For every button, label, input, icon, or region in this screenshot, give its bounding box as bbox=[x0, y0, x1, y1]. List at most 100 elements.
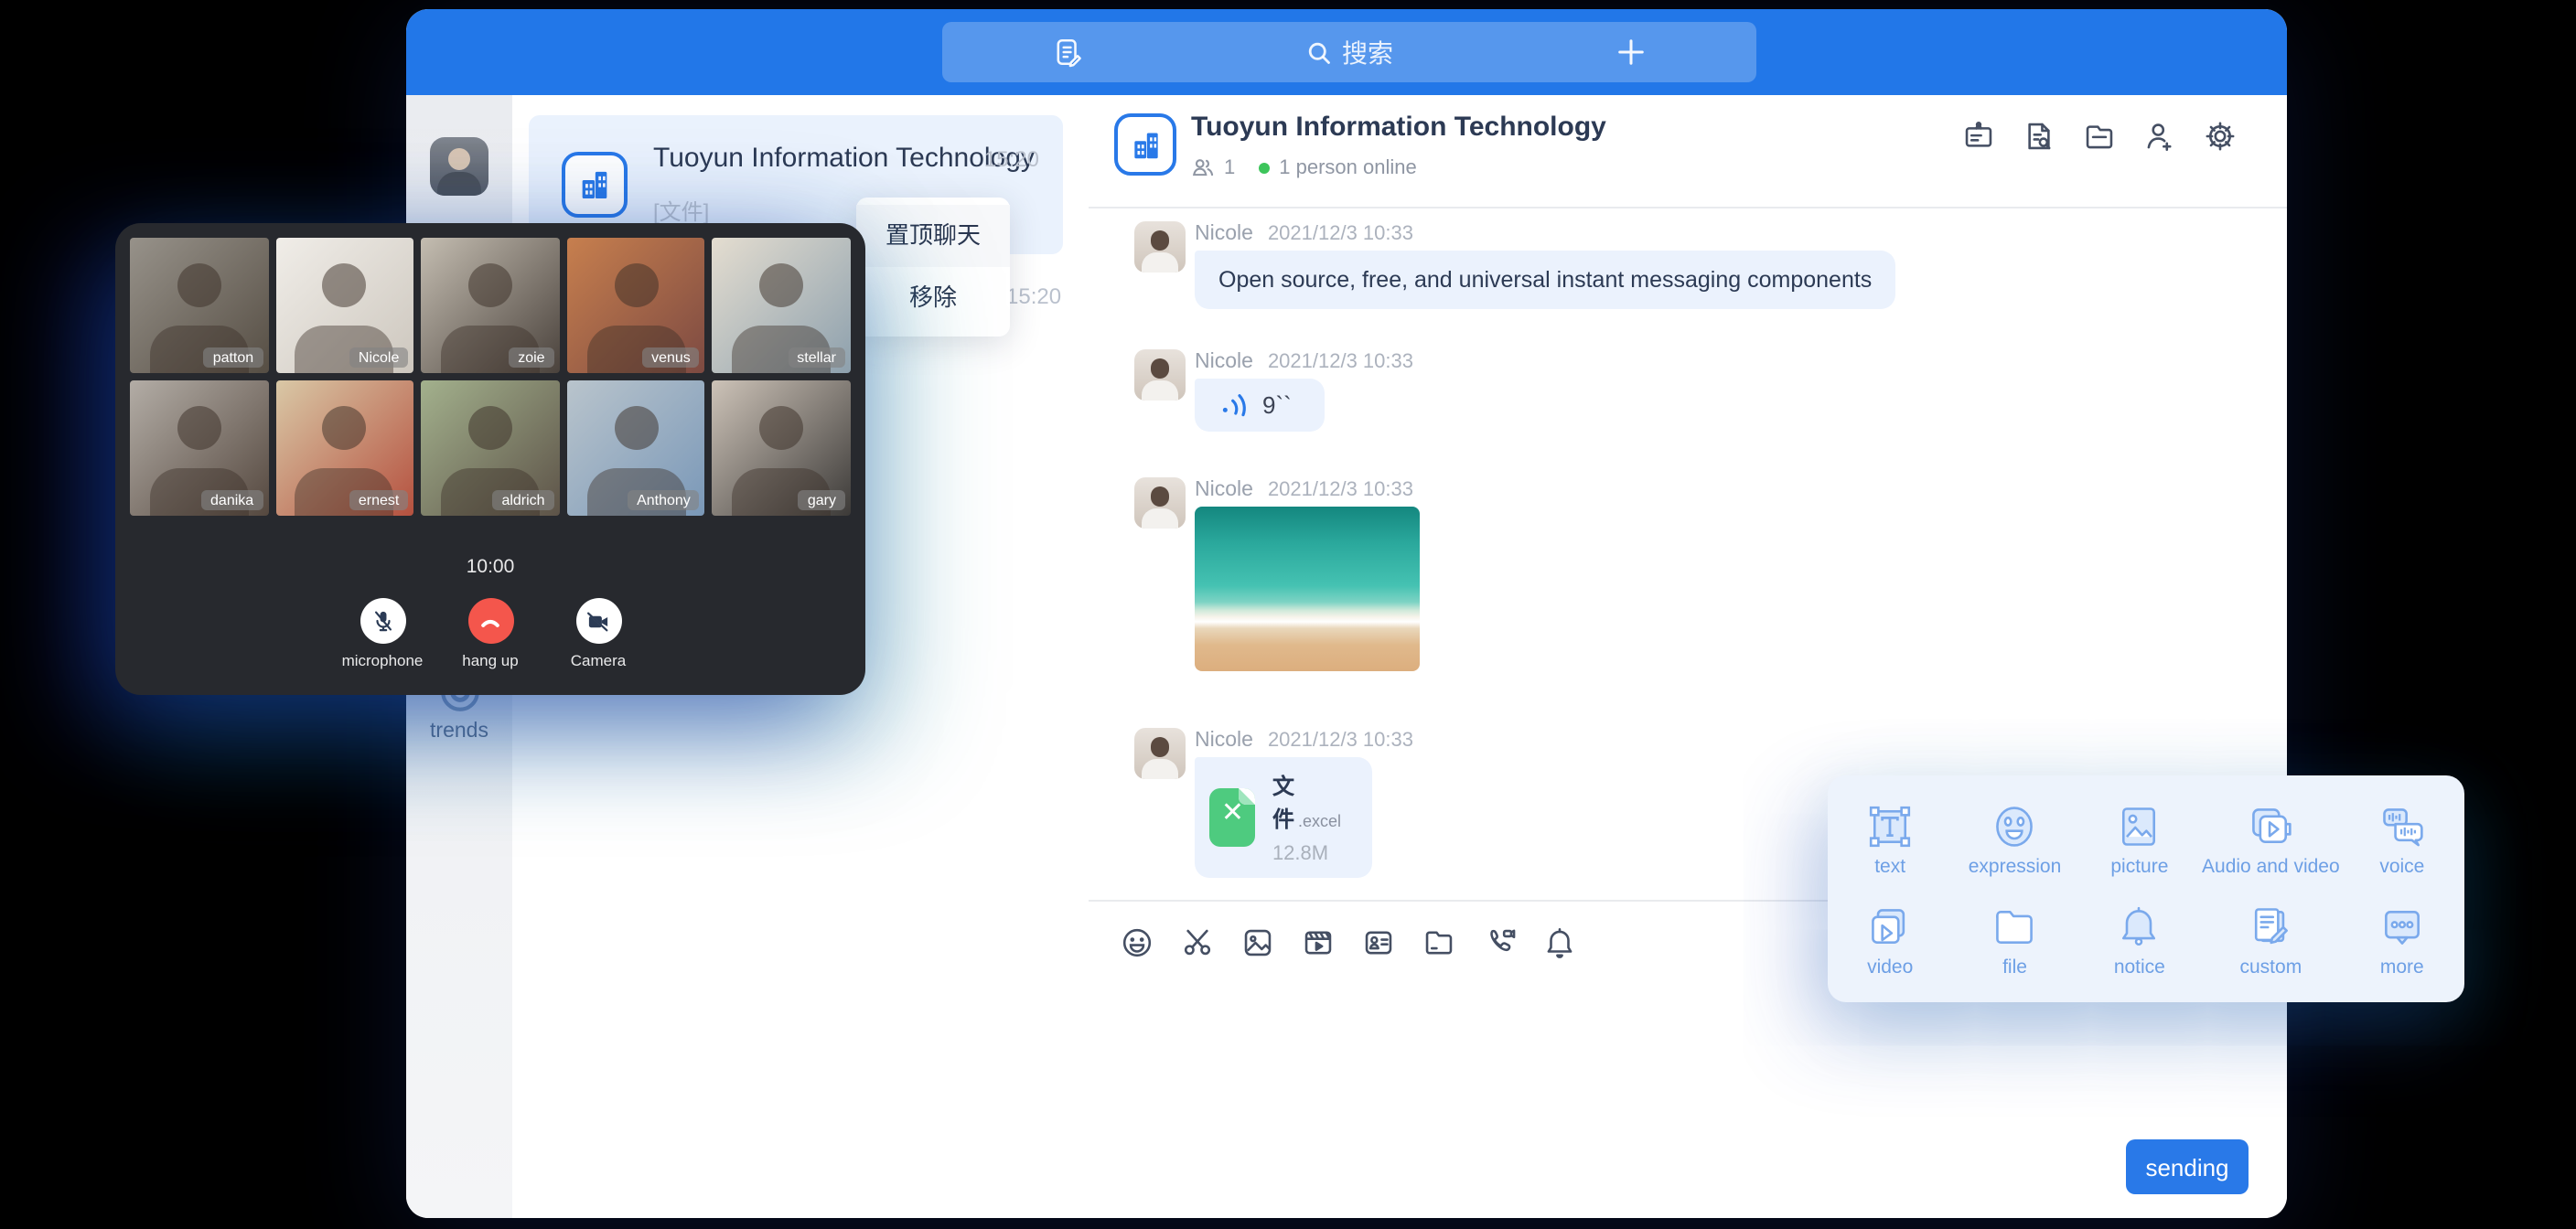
popup-item-custom[interactable]: custom bbox=[2202, 891, 2340, 991]
conversation-context-menu: 置顶聊天 移除 bbox=[856, 198, 1010, 337]
conversation-time: 15:20 bbox=[984, 146, 1039, 172]
popup-item-voice[interactable]: voice bbox=[2340, 790, 2464, 891]
sender-avatar[interactable] bbox=[1134, 477, 1186, 529]
beach-photo-message[interactable] bbox=[1195, 507, 1420, 671]
voice-duration: 9`` bbox=[1262, 391, 1292, 419]
search-bar[interactable]: 搜索 bbox=[942, 22, 1756, 82]
popup-item-video[interactable]: video bbox=[1828, 891, 1952, 991]
mic-off-icon bbox=[370, 609, 394, 633]
settings-gear-button[interactable] bbox=[2203, 119, 2238, 154]
sender-name: Nicole bbox=[1195, 730, 1253, 752]
participant-name: stellar bbox=[788, 347, 845, 368]
chat-status: 1 1 person online bbox=[1191, 155, 1417, 179]
message-time: 2021/12/3 10:33 bbox=[1268, 351, 1413, 373]
voice-icon bbox=[2378, 803, 2426, 850]
current-user-avatar[interactable] bbox=[430, 137, 488, 196]
new-note-button[interactable] bbox=[942, 22, 1193, 82]
context-menu-remove[interactable]: 移除 bbox=[856, 267, 1010, 329]
participant-tile: gary bbox=[713, 380, 851, 516]
send-button[interactable]: sending bbox=[2126, 1139, 2249, 1194]
members-icon bbox=[1191, 155, 1215, 179]
participant-name: zoie bbox=[509, 347, 553, 368]
participant-name: Nicole bbox=[349, 347, 408, 368]
participant-name: Anthony bbox=[628, 490, 700, 510]
hang-up-button[interactable]: hang up bbox=[436, 598, 544, 669]
message-time: 2021/12/3 10:33 bbox=[1268, 730, 1413, 752]
participant-name: aldrich bbox=[492, 490, 553, 510]
add-button[interactable] bbox=[1506, 22, 1756, 82]
camera-off-icon bbox=[585, 608, 611, 634]
popup-item-text[interactable]: text bbox=[1828, 790, 1952, 891]
emoji-button[interactable] bbox=[1120, 925, 1154, 960]
participant-tile: patton bbox=[130, 238, 268, 373]
popup-item-picture[interactable]: picture bbox=[2077, 790, 2202, 891]
screenshot-scissors-button[interactable] bbox=[1180, 925, 1215, 960]
group-files-button[interactable] bbox=[2082, 119, 2117, 154]
microphone-toggle-button[interactable]: microphone bbox=[328, 598, 436, 669]
hang-up-icon bbox=[478, 608, 503, 634]
sender-name: Nicole bbox=[1195, 479, 1253, 501]
message-time: 2021/12/3 10:33 bbox=[1268, 479, 1413, 501]
sender-avatar[interactable] bbox=[1134, 349, 1186, 401]
chat-history-search-button[interactable] bbox=[2022, 119, 2056, 154]
participant-name: gary bbox=[799, 490, 845, 510]
group-avatar-icon bbox=[562, 152, 628, 218]
trends-label: trends bbox=[406, 721, 512, 743]
participant-tile: venus bbox=[567, 238, 705, 373]
sender-name: Nicole bbox=[1195, 351, 1253, 373]
top-bar: 搜索 bbox=[406, 9, 2287, 95]
participant-tile: zoie bbox=[421, 238, 559, 373]
participant-name: ernest bbox=[349, 490, 408, 510]
participant-name: danika bbox=[201, 490, 263, 510]
participant-grid: patton Nicole zoie venus stellar danika … bbox=[130, 238, 851, 516]
popup-item-file[interactable]: file bbox=[1952, 891, 2077, 991]
camera-toggle-button[interactable]: Camera bbox=[544, 598, 652, 669]
file-extension: .excel bbox=[1298, 812, 1341, 830]
search-placeholder: 搜索 bbox=[1342, 34, 1393, 70]
file-name: 文件 bbox=[1272, 774, 1294, 832]
participant-tile: stellar bbox=[713, 238, 851, 373]
notification-bell-button[interactable] bbox=[1542, 925, 1577, 960]
notice-bell-icon bbox=[2116, 903, 2163, 951]
voice-wave-icon bbox=[1220, 391, 1248, 419]
video-call-button[interactable] bbox=[1482, 925, 1517, 960]
group-avatar-icon bbox=[1114, 113, 1176, 176]
chat-header: Tuoyun Information Technology 1 1 person… bbox=[1089, 95, 2287, 208]
voice-message-bubble[interactable]: 9`` bbox=[1195, 379, 1325, 432]
expression-icon bbox=[1991, 803, 2039, 850]
call-controls: microphone hang up Camera bbox=[115, 598, 865, 669]
send-picture-button[interactable] bbox=[1240, 925, 1275, 960]
popup-item-audio-video[interactable]: Audio and video bbox=[2202, 790, 2340, 891]
plus-icon bbox=[1615, 37, 1647, 68]
contact-card-button[interactable] bbox=[1361, 925, 1396, 960]
popup-item-notice[interactable]: notice bbox=[2077, 891, 2202, 991]
more-icon bbox=[2378, 903, 2426, 951]
file-message-bubble[interactable]: ✕ 文件.excel 12.8M bbox=[1195, 757, 1371, 878]
sender-name: Nicole bbox=[1195, 223, 1253, 245]
group-notice-button[interactable] bbox=[1961, 119, 1996, 154]
video-icon bbox=[1866, 903, 1914, 951]
participant-name: patton bbox=[204, 347, 263, 368]
picture-icon bbox=[2116, 803, 2163, 850]
conversation-time: 15:20 bbox=[1006, 283, 1061, 309]
popup-item-expression[interactable]: expression bbox=[1952, 790, 2077, 891]
file-folder-icon bbox=[1991, 903, 2039, 951]
conversation-last-message: [文件] bbox=[653, 196, 709, 227]
video-call-panel: patton Nicole zoie venus stellar danika … bbox=[115, 223, 865, 695]
search-field[interactable]: 搜索 bbox=[1193, 22, 1506, 82]
send-file-button[interactable] bbox=[1422, 925, 1456, 960]
conversation-title: Tuoyun Information Technology bbox=[653, 143, 1035, 174]
file-size: 12.8M bbox=[1272, 843, 1349, 865]
excel-file-icon: ✕ bbox=[1209, 788, 1256, 847]
context-menu-pin-chat[interactable]: 置顶聊天 bbox=[856, 205, 1010, 267]
message-bubble[interactable]: Open source, free, and universal instant… bbox=[1195, 251, 1895, 309]
chat-panel: Tuoyun Information Technology 1 1 person… bbox=[1089, 95, 2287, 1218]
participant-tile: aldrich bbox=[421, 380, 559, 516]
audio-video-icon bbox=[2247, 803, 2294, 850]
search-icon bbox=[1305, 39, 1331, 65]
sender-avatar[interactable] bbox=[1134, 221, 1186, 273]
add-member-button[interactable] bbox=[2142, 119, 2177, 154]
sender-avatar[interactable] bbox=[1134, 728, 1186, 779]
popup-item-more[interactable]: more bbox=[2340, 891, 2464, 991]
send-video-button[interactable] bbox=[1301, 925, 1336, 960]
